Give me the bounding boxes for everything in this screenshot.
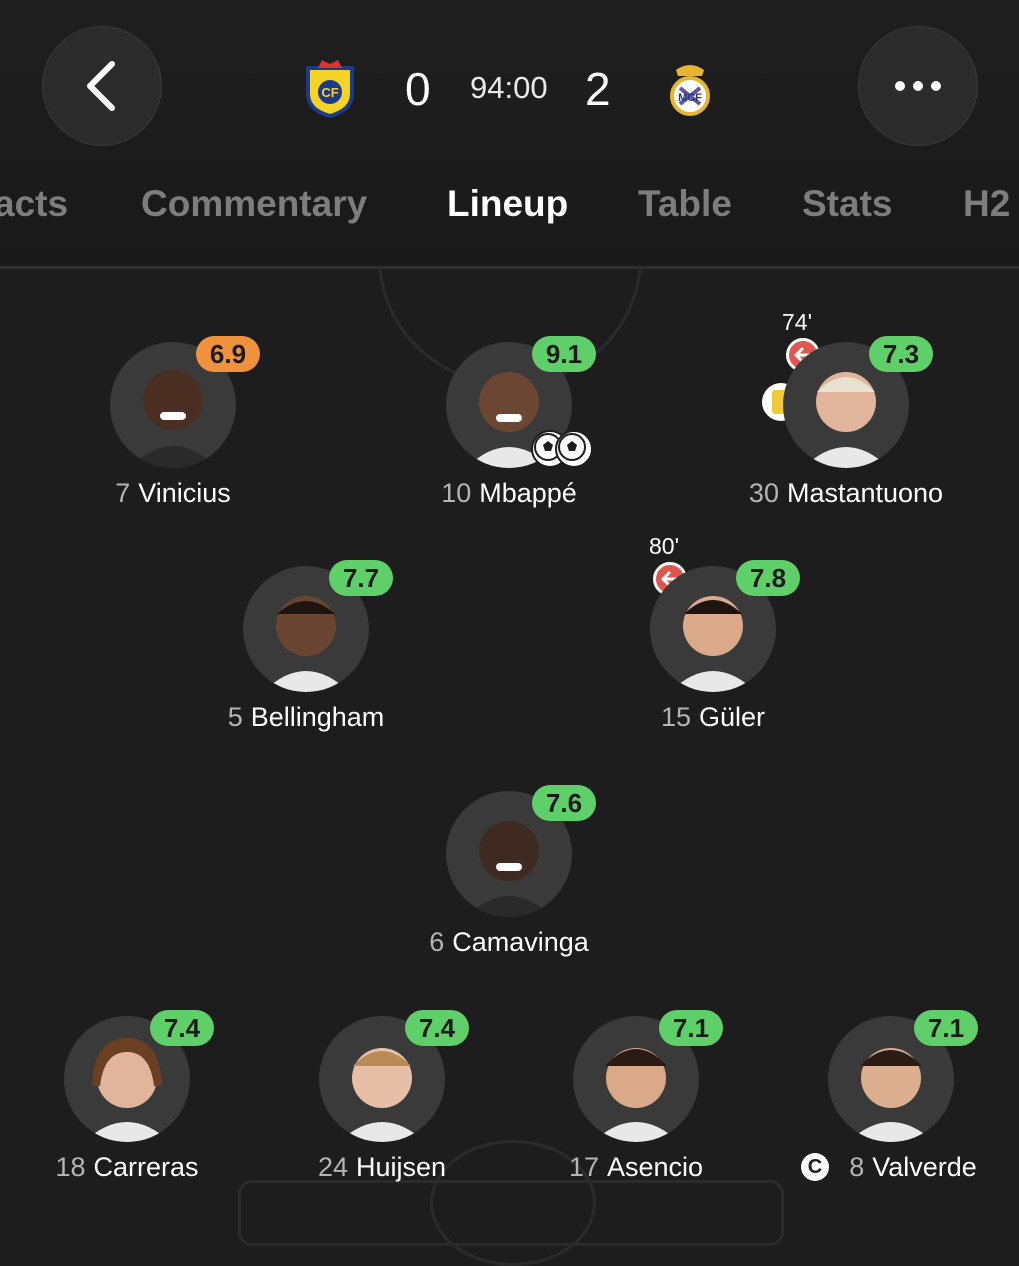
player-name-line: 6 Camavinga [389,927,629,958]
player-number: 6 [429,927,445,957]
match-clock: 94:00 [470,70,548,105]
player-number: 24 [317,1152,348,1182]
player-number: 17 [568,1152,599,1182]
tab-stats[interactable]: Stats [802,183,892,225]
player-name-line: 17 Asencio [516,1152,756,1183]
player-card[interactable]: 74' 7.3 30 Mastantuono [726,305,966,520]
player-rating: 6.9 [196,336,260,372]
player-name-line: 15 Güler [593,702,833,733]
player-rating: 7.8 [736,560,800,596]
player-number: 15 [660,702,691,732]
tab-facts[interactable]: acts [0,183,68,225]
player-name: Asencio [606,1152,704,1182]
player-name: Mastantuono [786,478,944,508]
player-name: Huijsen [356,1152,447,1182]
player-name-line: 8 Valverde [793,1152,1019,1183]
player-name-line: 10 Mbappé [389,478,629,509]
player-rating: 7.1 [914,1010,978,1046]
more-horizontal-icon [895,81,941,91]
tab-bar: acts Commentary Lineup Table Stats H2 [0,183,1019,233]
player-name: Camavinga [452,927,589,957]
player-name: Vinicius [138,478,231,508]
home-team-crest-icon: CF [306,60,354,118]
player-card[interactable]: 7.1 C 8 Valverde [771,1004,1011,1194]
away-score: 2 [585,63,611,115]
player-name: Carreras [93,1152,199,1182]
tab-h2h[interactable]: H2 [963,183,1010,225]
player-name-line: 7 Vinicius [53,478,293,509]
goal-ball-icon [555,430,593,468]
player-name: Bellingham [250,702,385,732]
player-name-line: 30 Mastantuono [726,478,966,509]
player-name: Güler [699,702,766,732]
substitution-minute: 74' [782,309,812,335]
more-options-button[interactable] [858,26,978,146]
player-card[interactable]: 6.9 7 Vinicius [53,330,293,520]
player-rating: 7.4 [405,1010,469,1046]
home-score: 0 [405,63,431,115]
player-number: 30 [748,478,779,508]
player-number: 10 [441,478,472,508]
player-card[interactable]: 7.1 17 Asencio [516,1004,756,1194]
player-name-line: 18 Carreras [7,1152,247,1183]
chevron-left-icon [87,61,115,111]
back-button[interactable] [42,26,162,146]
player-number: 8 [849,1152,865,1182]
player-number: 5 [227,702,243,732]
player-name: Mbappé [479,478,577,508]
tab-commentary[interactable]: Commentary [141,183,367,225]
svg-text:MCF: MCF [678,92,702,104]
player-rating: 9.1 [532,336,596,372]
player-rating: 7.7 [329,560,393,596]
match-header: CF 0 94:00 2 MCF acts Commentary Lineup … [0,0,1019,268]
player-card[interactable]: 7.7 5 Bellingham [186,554,426,744]
tab-lineup[interactable]: Lineup [447,183,568,225]
player-name-line: 24 Huijsen [262,1152,502,1183]
player-name: Valverde [872,1152,977,1182]
player-name-line: 5 Bellingham [186,702,426,733]
player-number: 7 [115,478,131,508]
player-rating: 7.4 [150,1010,214,1046]
player-number: 18 [55,1152,86,1182]
player-card[interactable]: 7.4 24 Huijsen [262,1004,502,1194]
player-card[interactable]: 9.1 10 Mbappé [389,330,629,520]
away-team-crest-icon: MCF [670,65,710,116]
player-rating: 7.6 [532,785,596,821]
player-card[interactable]: 7.6 6 Camavinga [389,779,629,969]
substitution-minute: 80' [649,533,679,559]
svg-text:CF: CF [321,85,338,100]
player-rating: 7.1 [659,1010,723,1046]
player-rating: 7.3 [869,336,933,372]
player-card[interactable]: 7.4 18 Carreras [7,1004,247,1194]
header-divider [0,266,1019,269]
player-card[interactable]: 80' 7.8 15 Güler [593,529,833,744]
tab-table[interactable]: Table [638,183,732,225]
